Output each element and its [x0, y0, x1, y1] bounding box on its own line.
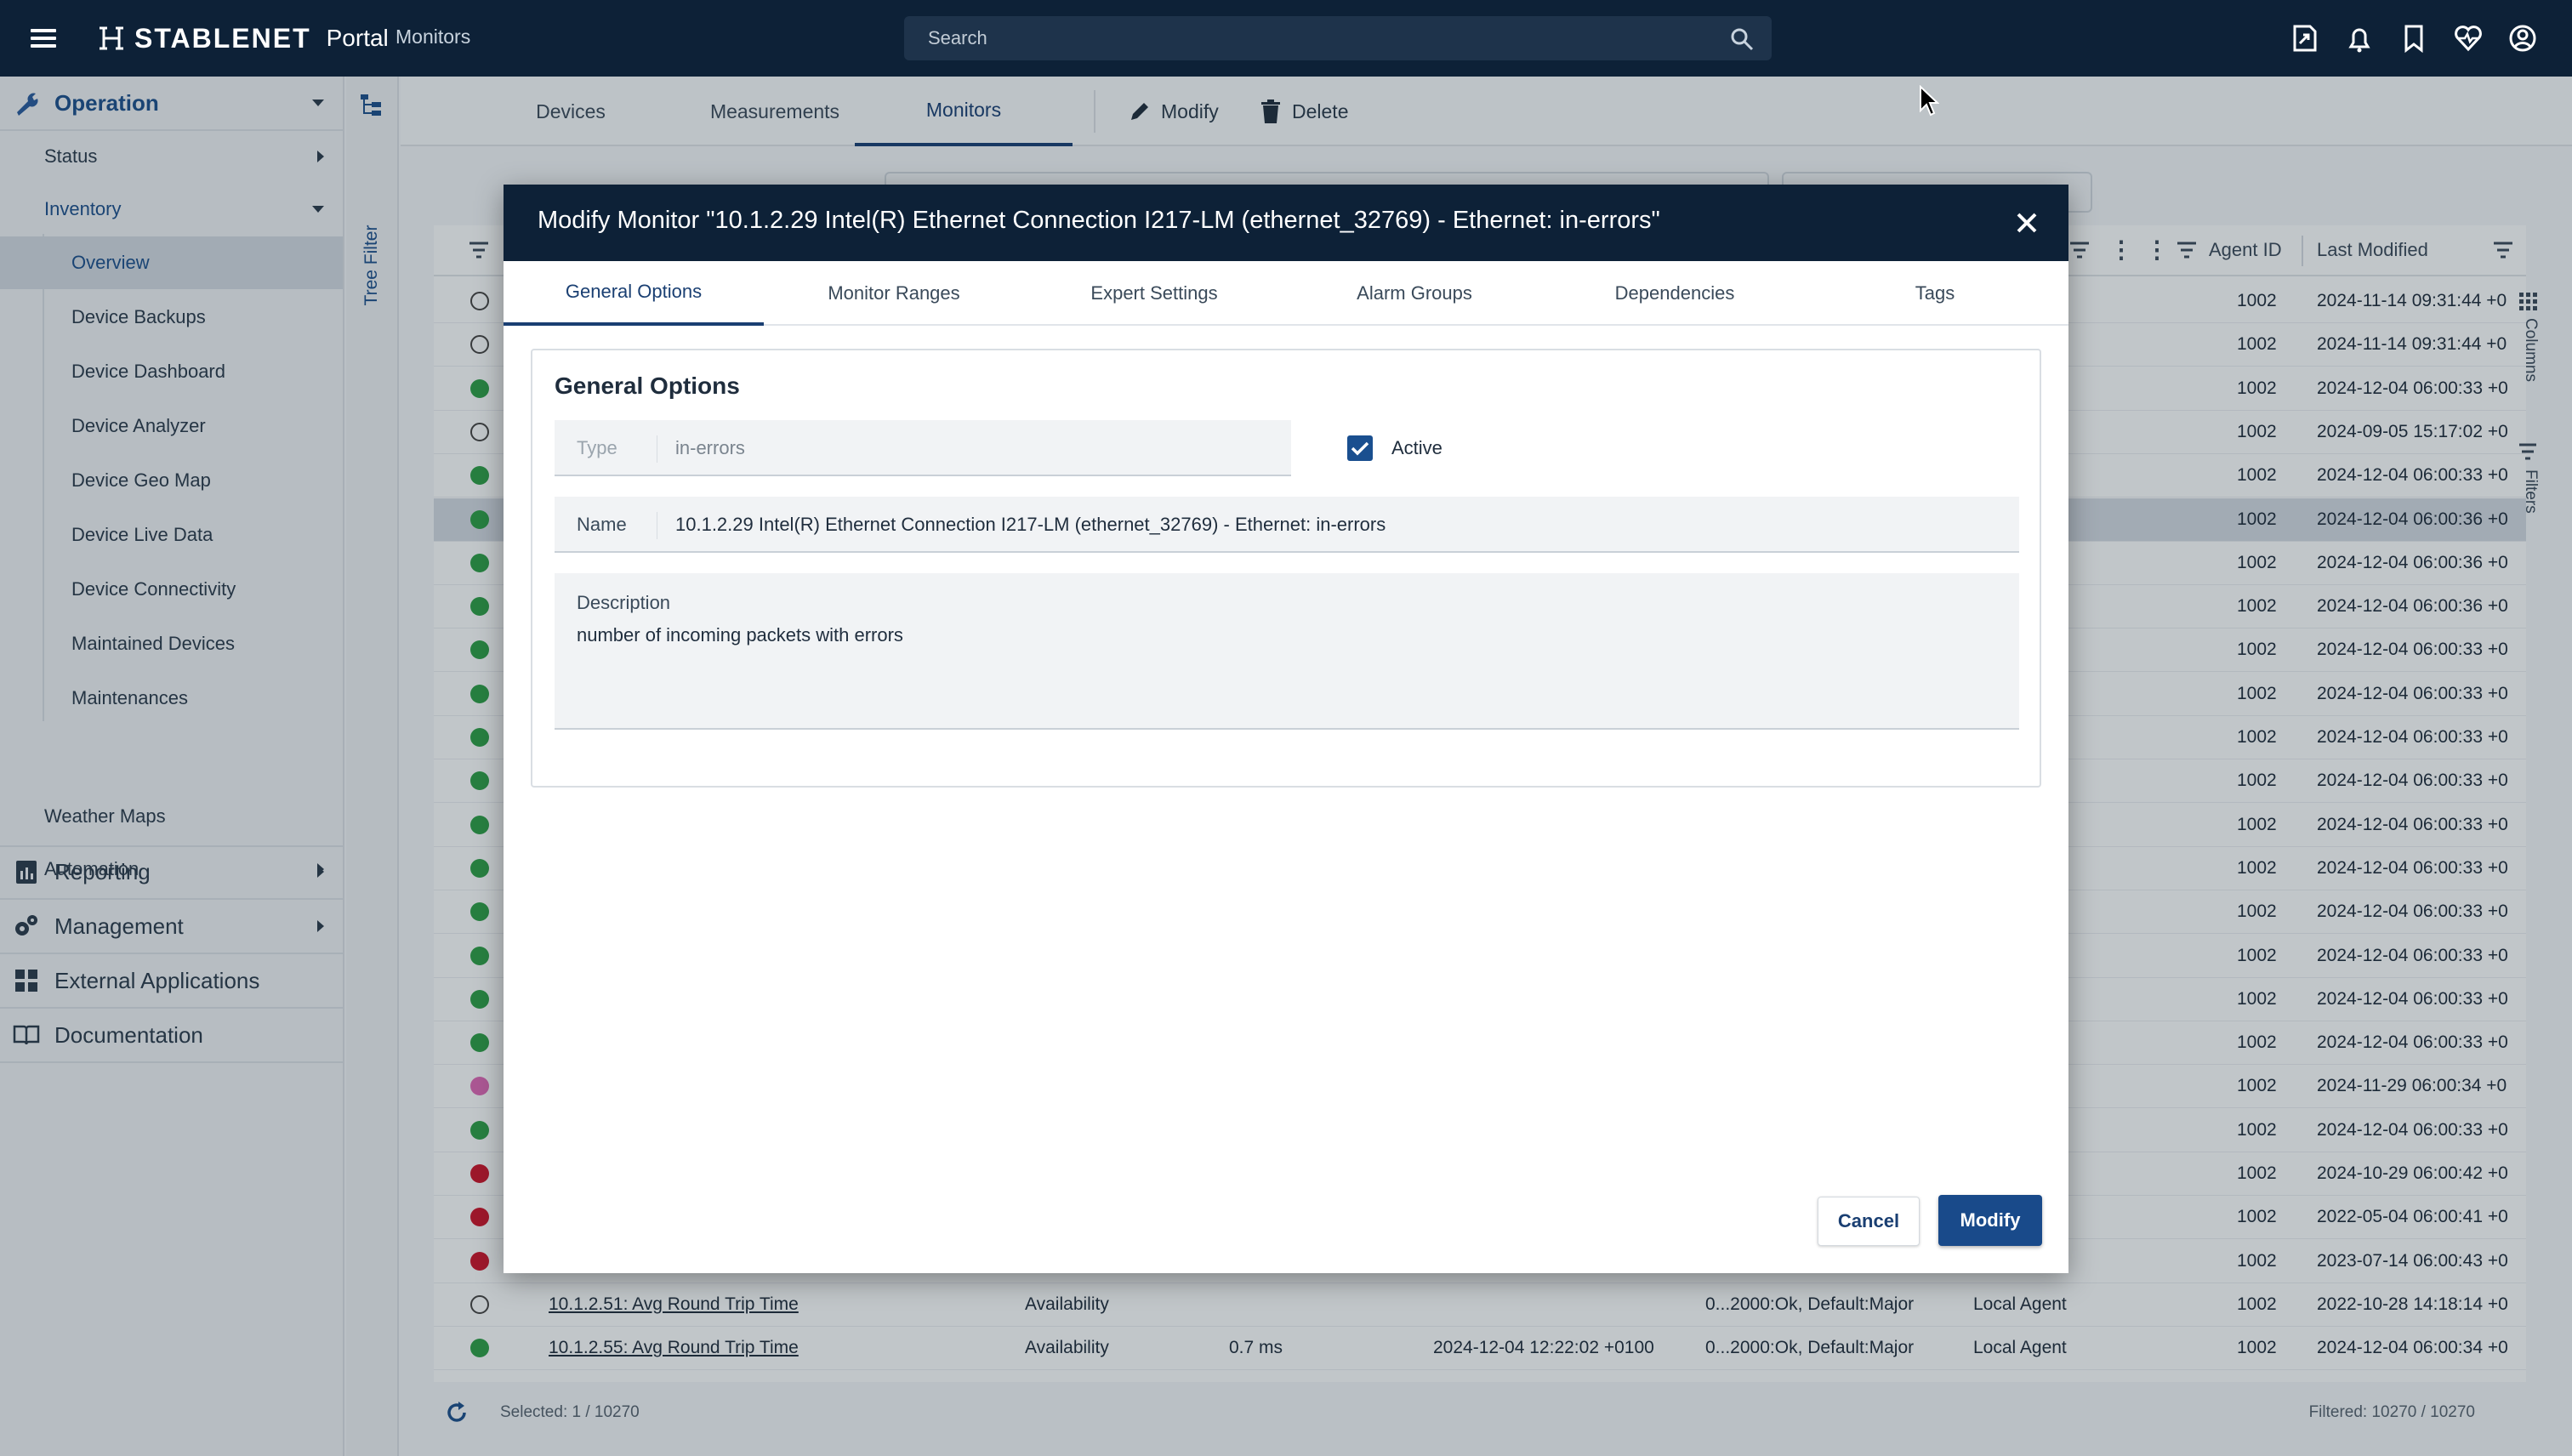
name-value[interactable]: 10.1.2.29 Intel(R) Ethernet Connection I… [675, 514, 1386, 536]
dialog-tab-dependencies[interactable]: Dependencies [1545, 261, 1805, 326]
bookmark-icon[interactable] [2397, 21, 2431, 55]
active-label[interactable]: Active [1391, 437, 1442, 459]
dialog-title: Modify Monitor "10.1.2.29 Intel(R) Ether… [538, 207, 1660, 234]
close-icon[interactable] [2011, 207, 2043, 239]
dialog-tab-alarm-groups[interactable]: Alarm Groups [1284, 261, 1545, 326]
active-checkbox[interactable] [1347, 435, 1373, 461]
top-bar: STABLENET Portal Monitors [0, 0, 2572, 77]
search-icon[interactable] [1729, 26, 1755, 52]
type-value: in-errors [675, 437, 745, 458]
dialog-tab-monitor-ranges[interactable]: Monitor Ranges [764, 261, 1024, 326]
modify-monitor-dialog: Modify Monitor "10.1.2.29 Intel(R) Ether… [504, 185, 2068, 1273]
search-input[interactable] [926, 16, 1692, 60]
dialog-tab-tags[interactable]: Tags [1805, 261, 2065, 326]
user-account-icon[interactable] [2506, 21, 2540, 55]
search-box [904, 16, 1772, 60]
type-label: Type [577, 437, 617, 458]
name-field[interactable]: Name 10.1.2.29 Intel(R) Ethernet Connect… [555, 497, 2019, 553]
brand-suffix: Portal [326, 25, 389, 51]
general-options-card: General Options Type in-errors Active Na… [531, 349, 2041, 788]
app-logo[interactable]: STABLENET Portal [97, 20, 389, 56]
dialog-tab-general-options[interactable]: General Options [504, 261, 764, 326]
health-heart-icon[interactable] [2451, 21, 2485, 55]
modify-confirm-button[interactable]: Modify [1938, 1195, 2042, 1246]
type-field: Type in-errors [555, 420, 1291, 476]
section-title: General Options [555, 373, 740, 399]
dialog-header: Modify Monitor "10.1.2.29 Intel(R) Ether… [504, 185, 2068, 261]
stablenet-logo-icon [100, 26, 123, 50]
cancel-button[interactable]: Cancel [1818, 1197, 1920, 1246]
description-value[interactable]: number of incoming packets with errors [577, 624, 903, 646]
export-report-icon[interactable] [2288, 21, 2322, 55]
description-label: Description [577, 592, 671, 613]
alarm-bell-icon[interactable] [2342, 21, 2376, 55]
checkmark-icon [1351, 441, 1369, 456]
dialog-tab-expert-settings[interactable]: Expert Settings [1024, 261, 1284, 326]
breadcrumb: Monitors [395, 26, 471, 48]
mouse-cursor-icon [1920, 85, 1939, 117]
name-label: Name [577, 514, 627, 535]
dialog-tabs: General Options Monitor Ranges Expert Se… [504, 261, 2068, 326]
hamburger-menu-icon[interactable] [26, 20, 61, 56]
description-field[interactable]: Description number of incoming packets w… [555, 573, 2019, 730]
brand-name: STABLENET [134, 22, 311, 54]
